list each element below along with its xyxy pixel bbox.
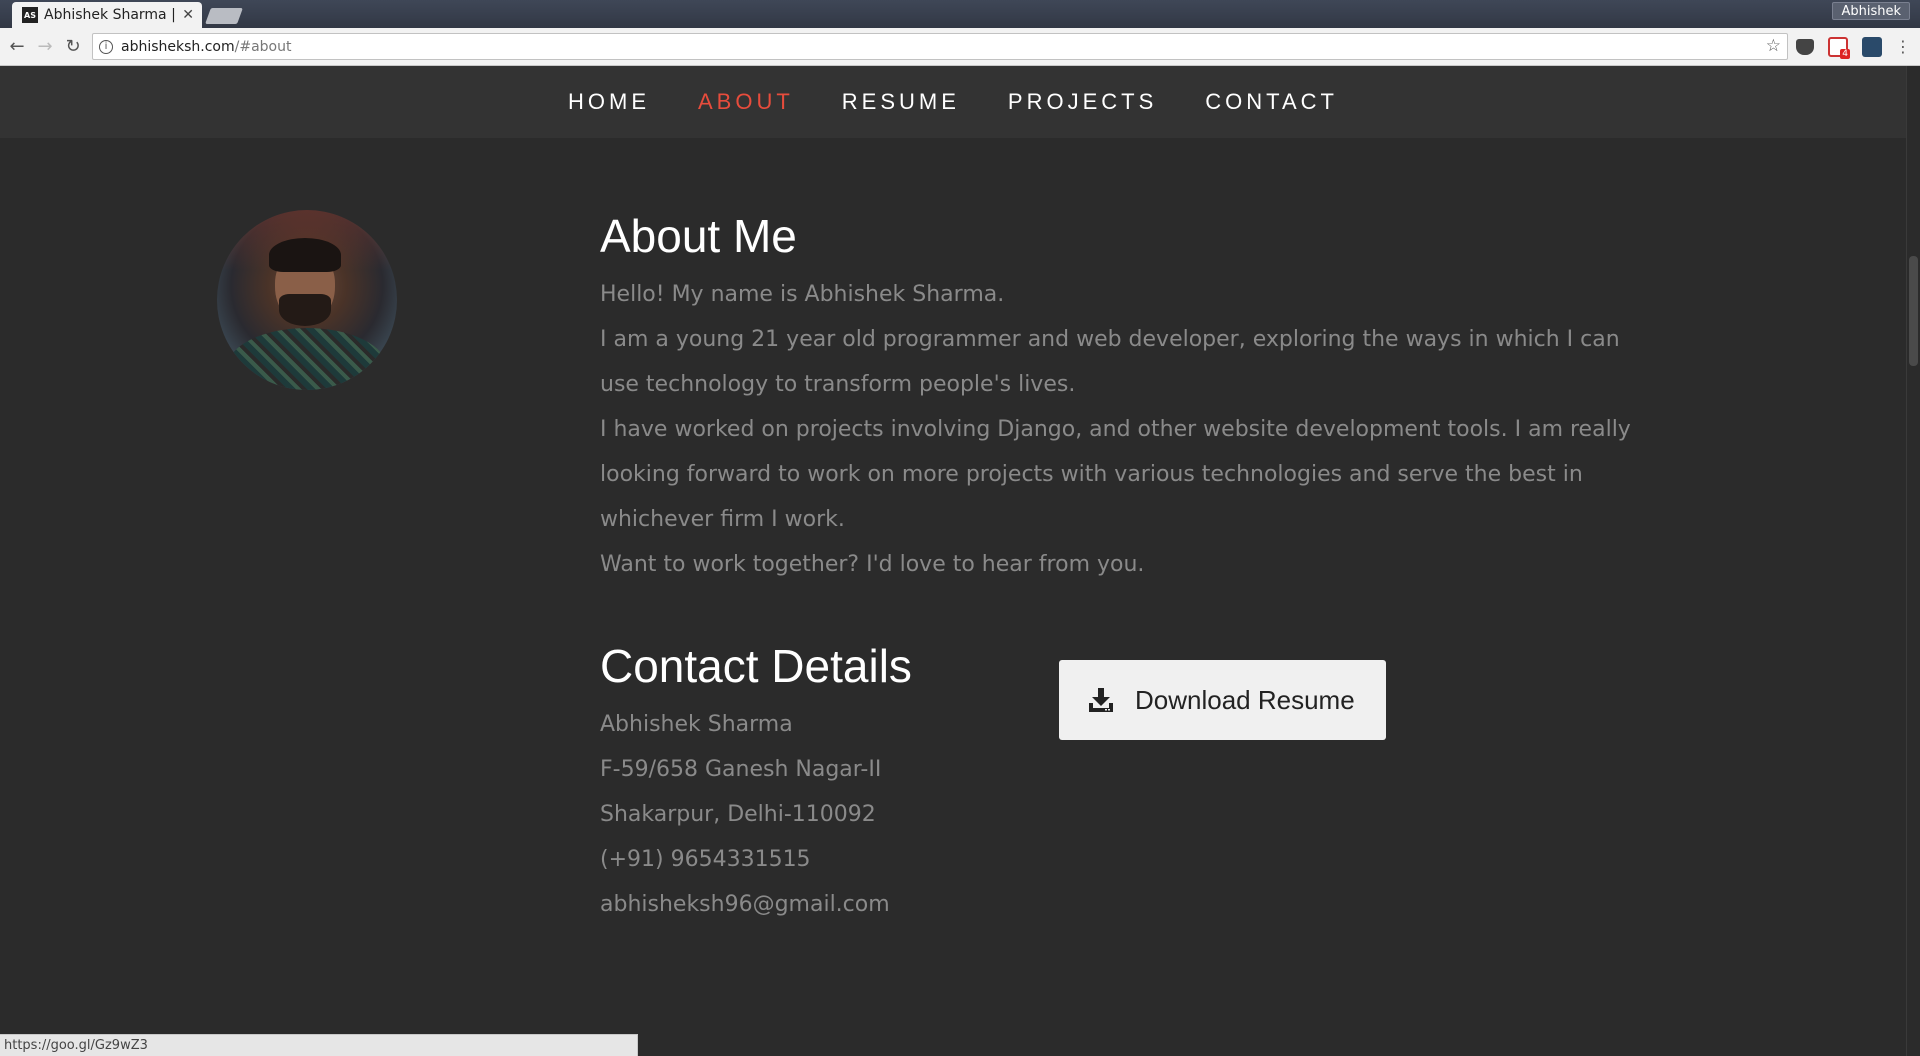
contact-heading: Contact Details [600,640,912,692]
pocket-extension-icon[interactable] [1796,39,1814,55]
address-bar[interactable]: i abhisheksh.com/#about ☆ [92,33,1788,60]
browser-toolbar: ← → ↻ i abhisheksh.com/#about ☆ 4 ⋮ [0,28,1920,66]
about-line: I have worked on projects involving Djan… [600,417,1631,532]
tab-title: Abhishek Sharma | ... [44,7,178,23]
nav-contact[interactable]: CONTACT [1205,89,1338,115]
contact-address-line2: Shakarpur, Delhi-110092 [600,802,876,827]
site-favicon-icon: AS [22,7,38,23]
browser-tab[interactable]: AS Abhishek Sharma | ... ✕ [12,2,202,28]
page-scrollbar[interactable] [1906,66,1920,1056]
bookmark-star-icon[interactable]: ☆ [1766,36,1781,56]
nav-about[interactable]: ABOUT [698,89,794,115]
about-text: Hello! My name is Abhishek Sharma. I am … [600,272,1640,587]
back-arrow-icon[interactable]: ← [6,36,28,58]
contact-details: Abhishek Sharma F-59/658 Ganesh Nagar-II… [600,702,1040,927]
nav-projects[interactable]: PROJECTS [1008,89,1157,115]
gmail-extension-icon[interactable]: 4 [1828,37,1850,59]
profile-avatar [217,210,397,390]
about-heading: About Me [600,210,797,262]
about-line: Hello! My name is Abhishek Sharma. [600,282,1005,307]
tab-close-icon[interactable]: ✕ [182,7,194,23]
contact-phone: (+91) 9654331515 [600,847,811,872]
about-line: Want to work together? I'd love to hear … [600,552,1145,577]
about-line: I am a young 21 year old programmer and … [600,327,1620,397]
extension-icon[interactable] [1862,37,1882,57]
status-bar-url: https://goo.gl/Gz9wZ3 [0,1034,638,1056]
nav-home[interactable]: HOME [568,89,650,115]
contact-address-line1: F-59/658 Ganesh Nagar-II [600,757,882,782]
url-host: abhisheksh.com [121,38,235,55]
browser-tab-strip: AS Abhishek Sharma | ... ✕ Abhishek [0,0,1920,28]
download-resume-button[interactable]: Download Resume [1059,660,1386,740]
download-icon [1089,688,1113,712]
contact-section: Contact Details Abhishek Sharma F-59/658… [600,640,1040,927]
site-info-icon[interactable]: i [99,39,113,54]
page: HOME ABOUT RESUME PROJECTS CONTACT About… [0,66,1906,1056]
scrollbar-thumb[interactable] [1909,256,1918,366]
forward-arrow-icon[interactable]: → [34,36,56,58]
new-tab-button[interactable] [205,8,243,24]
contact-email[interactable]: abhisheksh96@gmail.com [600,882,1040,927]
profile-button[interactable]: Abhishek [1832,2,1910,20]
about-section: About Me Hello! My name is Abhishek Shar… [600,210,1640,587]
chrome-menu-icon[interactable]: ⋮ [1892,36,1914,58]
nav-resume[interactable]: RESUME [842,89,960,115]
download-resume-label: Download Resume [1135,684,1355,715]
reload-icon[interactable]: ↻ [62,36,84,58]
contact-name: Abhishek Sharma [600,712,793,737]
gmail-badge: 4 [1840,49,1850,59]
site-navigation: HOME ABOUT RESUME PROJECTS CONTACT [0,66,1906,138]
url-path: /#about [234,38,292,55]
